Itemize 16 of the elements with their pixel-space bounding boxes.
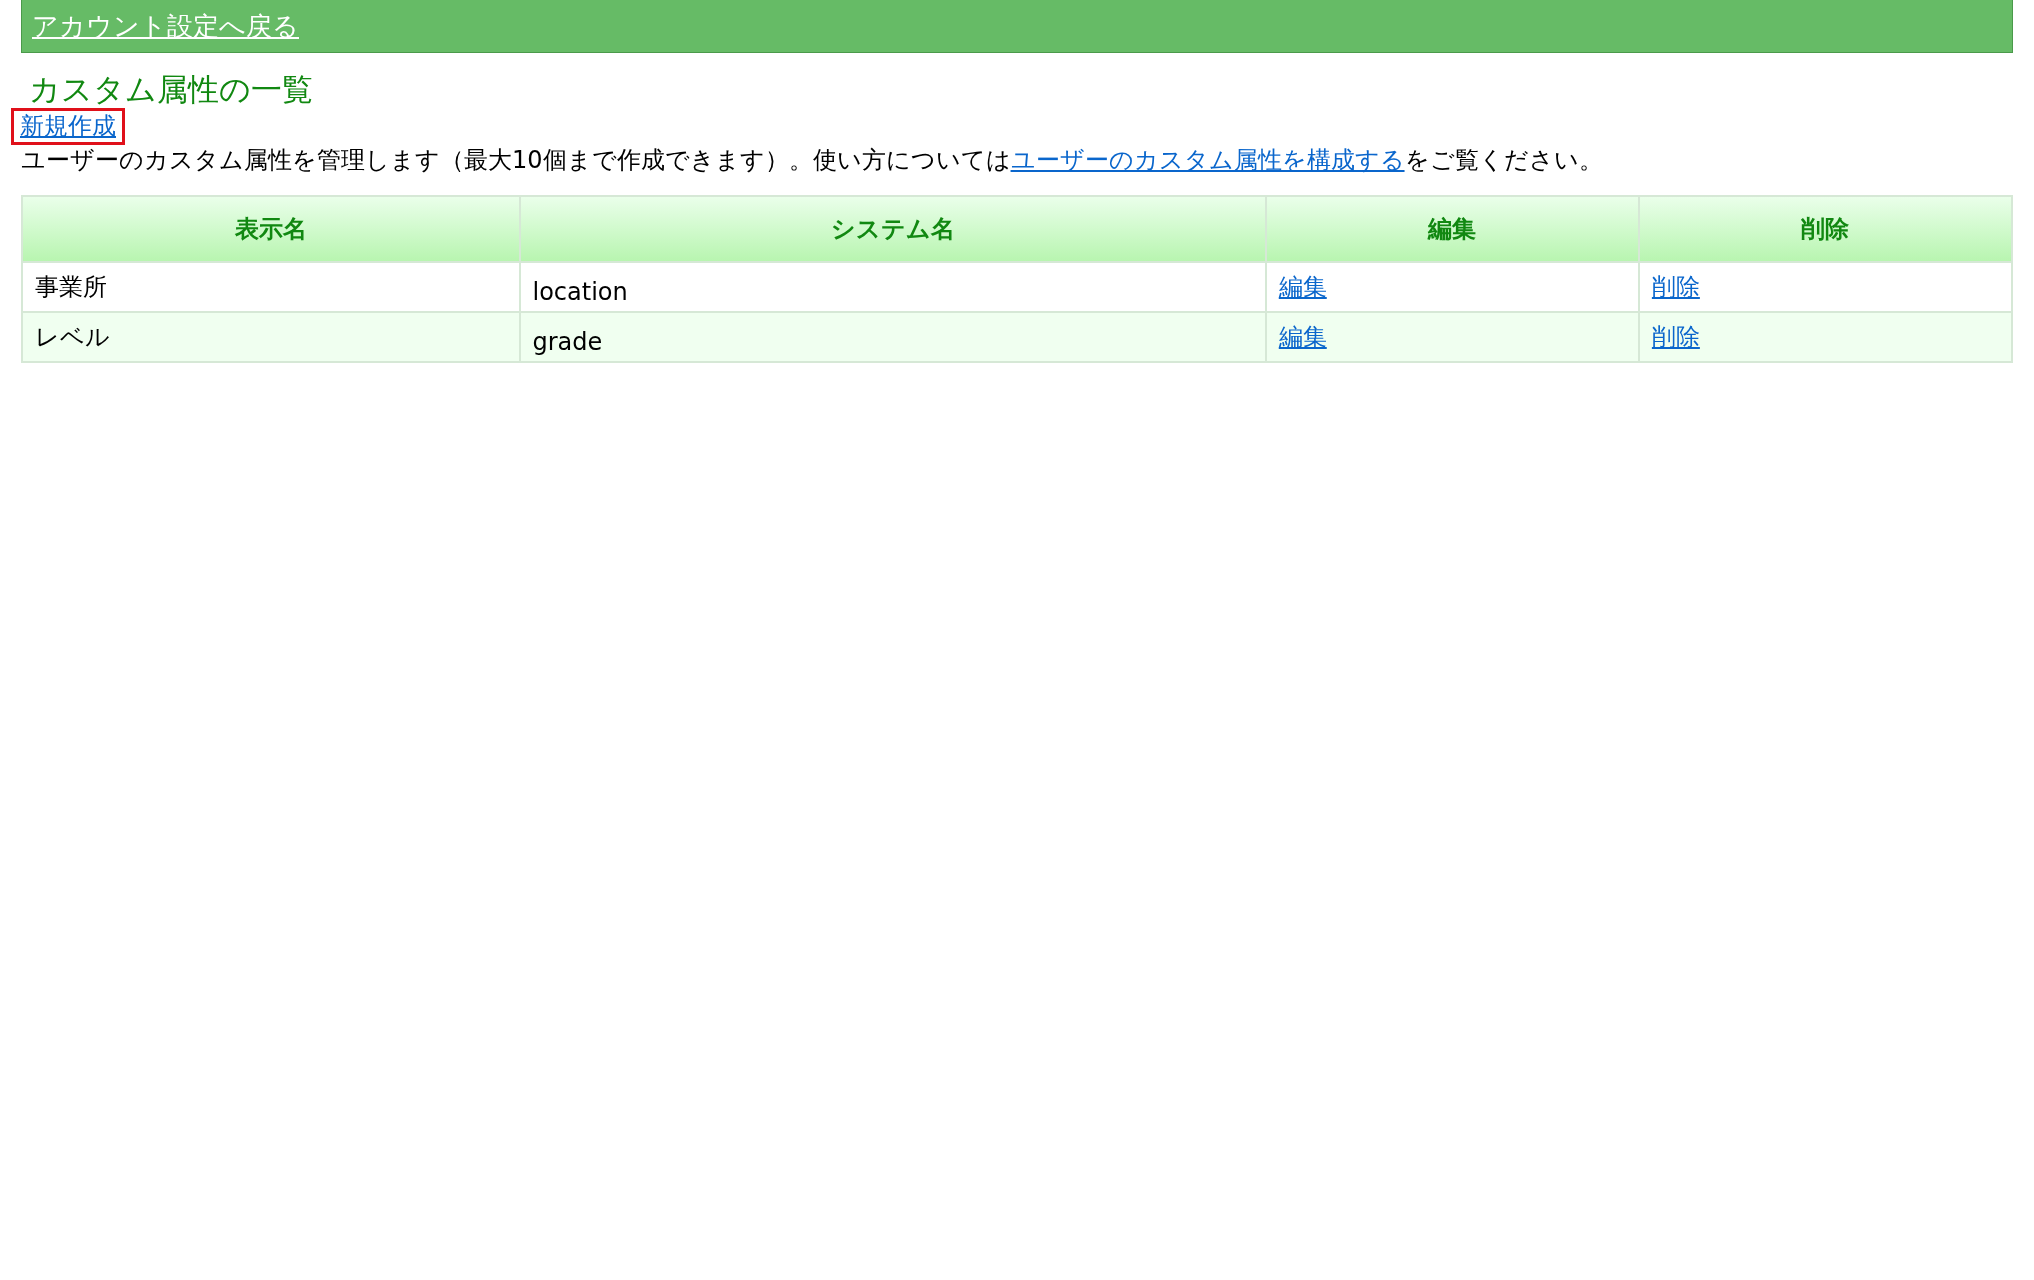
table-cell: レベル xyxy=(22,311,520,362)
create-link[interactable]: 新規作成 xyxy=(20,112,116,141)
help-link[interactable]: ユーザーのカスタム属性を構成する xyxy=(1010,146,1405,175)
table-cell: grade xyxy=(519,311,1266,362)
delete-link[interactable]: 削除 xyxy=(1651,322,1700,351)
edit-link[interactable]: 編集 xyxy=(1278,322,1327,351)
delete-link[interactable]: 削除 xyxy=(1651,272,1700,301)
column-header: 編集 xyxy=(1265,195,1639,262)
column-header: システム名 xyxy=(519,195,1266,262)
column-header: 表示名 xyxy=(22,195,520,262)
column-header: 削除 xyxy=(1638,195,2012,262)
table-cell: location xyxy=(519,261,1266,312)
description-text: ユーザーのカスタム属性を管理します（最大10個まで作成できます）。使い方についてはユーザーのカスタム属性を構成する をご覧ください。 xyxy=(21,145,1604,177)
page-title: カスタム属性の一覧 xyxy=(29,71,314,109)
table-cell: 事業所 xyxy=(22,261,520,312)
edit-link[interactable]: 編集 xyxy=(1278,272,1327,301)
